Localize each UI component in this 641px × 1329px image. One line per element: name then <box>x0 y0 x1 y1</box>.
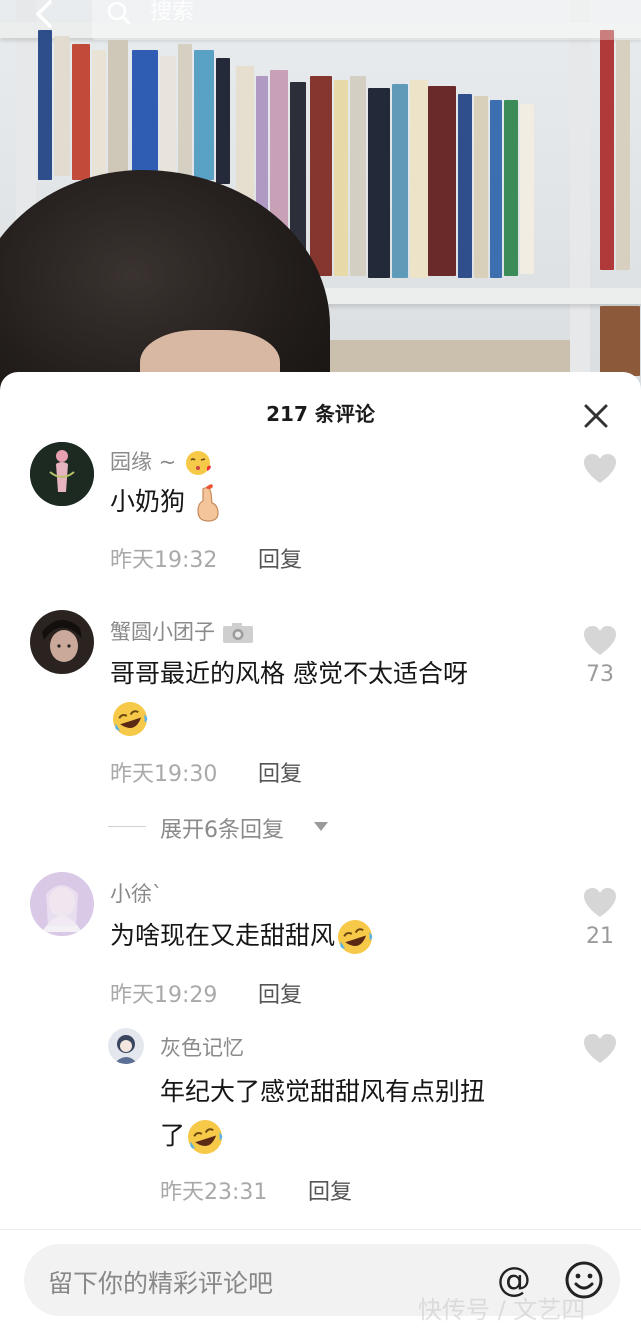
reply-username[interactable]: 灰色记忆 <box>160 1032 244 1062</box>
reply-text: 年纪大了感觉甜甜风有点别扭 了 <box>160 1070 485 1158</box>
avatar-image <box>30 610 94 674</box>
comment-text: 为啥现在又走甜甜风 <box>110 914 375 958</box>
avatar-image <box>108 1028 144 1064</box>
comment-text-content: 为啥现在又走甜甜风 <box>110 921 336 950</box>
username-text[interactable]: 蟹圆小团子 <box>110 620 215 644</box>
finger-heart-emoji <box>197 484 219 522</box>
comment-text-content: 小奶狗 <box>110 487 186 516</box>
watermark: 快传号 / 文艺四 <box>418 1296 586 1324</box>
avatar-image <box>30 442 94 506</box>
search-placeholder: 搜索 <box>150 0 195 25</box>
caret-down-icon <box>314 822 328 831</box>
divider <box>0 1229 641 1230</box>
heart-icon <box>584 888 616 917</box>
reply-text-line2: 了 <box>160 1121 186 1150</box>
expand-divider <box>108 826 146 827</box>
kiss-emoji <box>185 451 211 475</box>
comment-username[interactable]: 蟹圆小团子 <box>110 616 254 646</box>
search-icon <box>107 2 131 25</box>
avatar-image <box>30 872 94 936</box>
camera-icon <box>222 623 253 643</box>
back-icon <box>36 0 52 28</box>
avatar[interactable] <box>30 872 94 936</box>
like-button[interactable] <box>582 1034 618 1070</box>
reply-time: 昨天23:31 <box>160 1180 268 1205</box>
comment-count-title: 217 条评论 <box>266 402 375 426</box>
reply-button[interactable]: 回复 <box>258 977 302 1009</box>
avatar[interactable] <box>30 442 94 506</box>
reply-button[interactable]: 回复 <box>258 542 302 574</box>
like-button[interactable]: 73 <box>582 626 618 687</box>
username-text[interactable]: 园缘 ~ <box>110 450 176 474</box>
comment-text-content: 哥哥最近的风格 感觉不太适合呀 <box>110 659 468 688</box>
heart-icon <box>584 454 616 483</box>
laugh-cry-emoji <box>338 920 373 954</box>
comment-input-placeholder: 留下你的精彩评论吧 <box>48 1269 274 1298</box>
shelf-post <box>570 0 590 420</box>
like-count: 73 <box>586 662 614 687</box>
search-input[interactable]: 搜索 <box>92 0 641 40</box>
comment-text: 小奶狗 <box>110 480 223 524</box>
back-button[interactable] <box>28 0 62 34</box>
avatar[interactable] <box>30 610 94 674</box>
comment-text: 哥哥最近的风格 感觉不太适合呀 <box>110 652 468 740</box>
heart-icon <box>584 626 616 655</box>
avatar[interactable] <box>108 1028 144 1064</box>
reply-text-line1: 年纪大了感觉甜甜风有点别扭 <box>160 1077 486 1106</box>
video-background[interactable]: 搜索 <box>0 0 641 420</box>
laugh-cry-emoji <box>113 702 148 736</box>
like-button[interactable] <box>582 454 618 490</box>
comment-time: 昨天19:30 <box>110 762 218 787</box>
reply-button[interactable]: 回复 <box>258 756 302 788</box>
comment-time: 昨天19:29 <box>110 983 218 1008</box>
close-icon <box>584 404 608 428</box>
reply-button[interactable]: 回复 <box>308 1174 352 1206</box>
close-button[interactable] <box>580 400 612 432</box>
comment-sheet: 217 条评论 园缘 ~ 小奶狗 昨天19:32 回复 蟹圆小团子 哥哥最近的风… <box>0 372 641 1329</box>
like-button[interactable]: 21 <box>582 888 618 949</box>
laugh-cry-emoji <box>188 1120 223 1154</box>
heart-icon <box>584 1034 616 1063</box>
comment-time: 昨天19:32 <box>110 548 218 573</box>
expand-replies-label: 展开6条回复 <box>160 818 284 843</box>
comment-username[interactable]: 园缘 ~ <box>110 446 213 477</box>
like-count: 21 <box>586 924 614 949</box>
comment-username[interactable]: 小徐` <box>110 878 163 908</box>
top-bar: 搜索 <box>0 0 641 46</box>
